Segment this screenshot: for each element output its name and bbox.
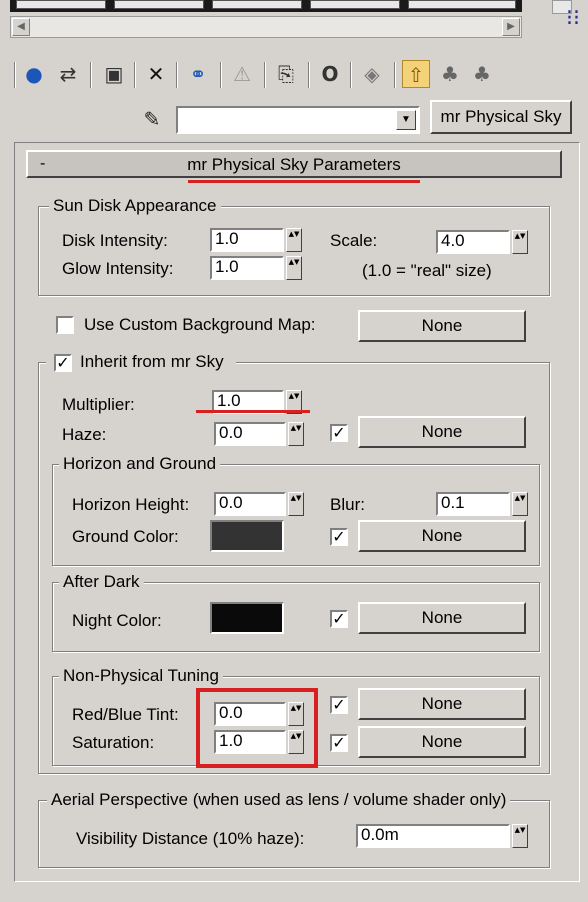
- inherit-label: Inherit from mr Sky: [80, 352, 224, 371]
- glow-intensity-label: Glow Intensity:: [62, 259, 174, 278]
- make-unique-icon[interactable]: ⚠: [228, 60, 256, 88]
- reset-icon[interactable]: ✕: [142, 60, 170, 88]
- sample-slot[interactable]: [212, 0, 302, 9]
- tint-label: Red/Blue Tint:: [72, 705, 179, 724]
- toolbar-separator: [176, 62, 178, 88]
- show-end-result-icon[interactable]: ⇧: [402, 60, 430, 88]
- rollout-header[interactable]: - mr Physical Sky Parameters: [26, 150, 562, 178]
- haze-map-button[interactable]: None: [358, 416, 526, 448]
- spinner-arrows-icon[interactable]: ▲▼: [288, 422, 304, 446]
- blur-spinner[interactable]: 0.1 ▲▼: [436, 492, 528, 516]
- material-toolbar: ● ⇄ ▣ ✕ ⚭ ⚠ ⎘ O ◈ ⇧ ♣ ♣: [10, 56, 588, 94]
- horizontal-scrollbar[interactable]: ◀ ▶: [10, 16, 522, 38]
- scale-field[interactable]: 4.0: [436, 230, 510, 254]
- haze-spinner[interactable]: 0.0 ▲▼: [214, 422, 304, 446]
- toolbar-separator: [134, 62, 136, 88]
- aerial-legend: Aerial Perspective (when used as lens / …: [47, 789, 511, 811]
- disk-intensity-field[interactable]: 1.0: [210, 228, 284, 252]
- sample-slot[interactable]: [16, 0, 106, 9]
- sample-slot[interactable]: [408, 0, 516, 9]
- blur-field[interactable]: 0.1: [436, 492, 510, 516]
- go-forward-icon[interactable]: ♣: [468, 60, 496, 88]
- sample-slot[interactable]: [310, 0, 400, 9]
- toolbar-separator: [90, 62, 92, 88]
- visibility-distance-spinner[interactable]: 0.0m ▲▼: [356, 824, 528, 848]
- toolbar-separator: [220, 62, 222, 88]
- sample-slot[interactable]: [114, 0, 204, 9]
- assign-material-icon[interactable]: ▣: [100, 60, 128, 88]
- use-background-label: Use Custom Background Map:: [84, 315, 316, 334]
- put-to-library-icon[interactable]: ⎘: [272, 60, 300, 88]
- ground-color-swatch[interactable]: [210, 520, 284, 552]
- visibility-distance-label: Visibility Distance (10% haze):: [76, 829, 305, 848]
- blur-label: Blur:: [330, 495, 365, 514]
- copy-material-icon[interactable]: ⚭: [184, 60, 212, 88]
- haze-map-checkbox[interactable]: ✓: [330, 424, 348, 442]
- night-map-checkbox[interactable]: ✓: [330, 610, 348, 628]
- toolbar-separator: [264, 62, 266, 88]
- visibility-distance-field[interactable]: 0.0m: [356, 824, 510, 848]
- material-id-icon[interactable]: O: [316, 60, 344, 88]
- show-map-icon[interactable]: ◈: [358, 60, 386, 88]
- spinner-arrows-icon[interactable]: ▲▼: [288, 492, 304, 516]
- sample-slots-strip: [10, 0, 522, 12]
- horizon-height-label: Horizon Height:: [72, 495, 190, 514]
- night-color-swatch[interactable]: [210, 602, 284, 634]
- saturation-map-button[interactable]: None: [358, 726, 526, 758]
- tint-map-checkbox[interactable]: ✓: [330, 696, 348, 714]
- title-underline-highlight: [188, 180, 420, 183]
- tuning-highlight-box: [196, 688, 318, 768]
- put-to-scene-icon[interactable]: ⇄: [54, 60, 82, 88]
- spinner-arrows-icon[interactable]: ▲▼: [286, 256, 302, 280]
- disk-intensity-label: Disk Intensity:: [62, 231, 168, 250]
- dropdown-icon[interactable]: ▼: [396, 110, 416, 130]
- eyedropper-icon[interactable]: ✎: [138, 106, 166, 132]
- spinner-arrows-icon[interactable]: ▲▼: [512, 230, 528, 254]
- scale-note: (1.0 = "real" size): [362, 261, 492, 280]
- use-background-checkbox[interactable]: [56, 316, 74, 334]
- scroll-right-icon[interactable]: ▶: [502, 18, 520, 36]
- scroll-left-icon[interactable]: ◀: [12, 18, 30, 36]
- night-map-button[interactable]: None: [358, 602, 526, 634]
- grip-dots-icon: ⁝⁝: [566, 6, 580, 31]
- background-map-button[interactable]: None: [358, 310, 526, 342]
- inherit-checkbox[interactable]: ✓: [54, 354, 72, 372]
- saturation-label: Saturation:: [72, 733, 155, 752]
- glow-intensity-field[interactable]: 1.0: [210, 256, 284, 280]
- material-name-combo[interactable]: ▼: [176, 106, 420, 134]
- rollout-title: mr Physical Sky Parameters: [187, 155, 401, 174]
- haze-field[interactable]: 0.0: [214, 422, 286, 446]
- material-editor-panel: { "colors": { "accent_highlight": "#d720…: [0, 0, 588, 902]
- toolbar-separator: [308, 62, 310, 88]
- spinner-arrows-icon[interactable]: ▲▼: [512, 492, 528, 516]
- saturation-map-checkbox[interactable]: ✓: [330, 734, 348, 752]
- spinner-arrows-icon[interactable]: ▲▼: [286, 228, 302, 252]
- haze-label: Haze:: [62, 425, 107, 444]
- go-to-parent-icon[interactable]: ♣: [436, 60, 464, 88]
- get-material-icon[interactable]: ●: [20, 60, 48, 88]
- after-dark-legend: After Dark: [59, 571, 144, 593]
- scale-label: Scale:: [330, 231, 378, 250]
- multiplier-label: Multiplier:: [62, 395, 135, 414]
- ground-color-label: Ground Color:: [72, 527, 179, 546]
- scale-spinner[interactable]: 4.0 ▲▼: [436, 230, 528, 254]
- side-handle[interactable]: ⁝⁝: [552, 0, 588, 42]
- multiplier-underline-highlight: [196, 410, 310, 413]
- night-color-label: Night Color:: [72, 611, 162, 630]
- ground-map-checkbox[interactable]: ✓: [330, 528, 348, 546]
- material-type-button[interactable]: mr Physical Sky: [430, 100, 572, 134]
- non-physical-legend: Non-Physical Tuning: [59, 665, 223, 687]
- ground-map-button[interactable]: None: [358, 520, 526, 552]
- glow-intensity-spinner[interactable]: 1.0 ▲▼: [210, 256, 302, 280]
- toolbar-separator: [394, 62, 396, 88]
- horizon-legend: Horizon and Ground: [59, 453, 221, 475]
- spinner-arrows-icon[interactable]: ▲▼: [512, 824, 528, 848]
- sun-disk-legend: Sun Disk Appearance: [49, 195, 221, 217]
- toolbar-separator: [350, 62, 352, 88]
- disk-intensity-spinner[interactable]: 1.0 ▲▼: [210, 228, 302, 252]
- horizon-height-field[interactable]: 0.0: [214, 492, 286, 516]
- toolbar-separator: [14, 62, 16, 88]
- tint-map-button[interactable]: None: [358, 688, 526, 720]
- horizon-height-spinner[interactable]: 0.0 ▲▼: [214, 492, 304, 516]
